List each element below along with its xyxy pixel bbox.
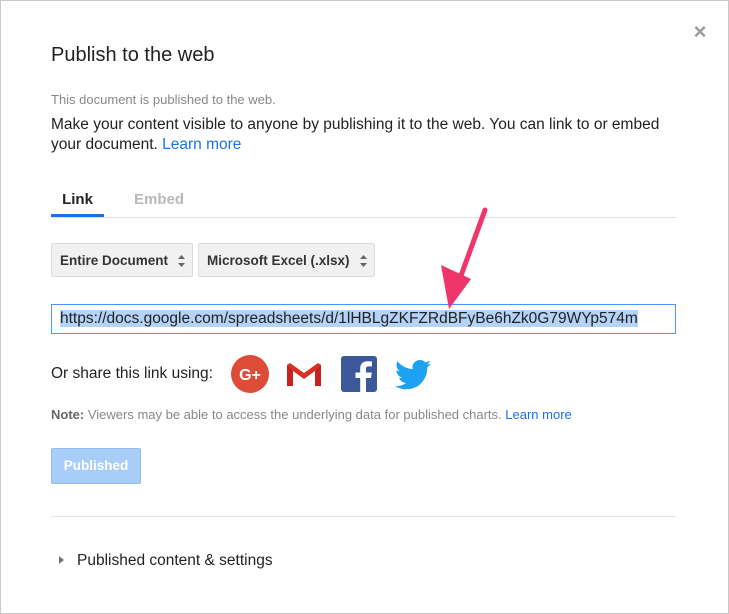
format-select[interactable]: Microsoft Excel (.xlsx) (198, 243, 375, 277)
tab-link[interactable]: Link (51, 191, 104, 217)
description-text: Make your content visible to anyone by p… (51, 116, 660, 153)
tab-embed[interactable]: Embed (134, 191, 184, 214)
publish-status: This document is published to the web. (51, 92, 276, 107)
google-plus-icon[interactable]: G+ (230, 354, 270, 394)
close-icon[interactable]: × (689, 21, 711, 43)
gmail-icon[interactable] (284, 354, 324, 394)
share-label: Or share this link using: (51, 365, 213, 382)
select-arrows-icon (178, 255, 185, 267)
dialog-title: Publish to the web (51, 44, 215, 66)
scope-select[interactable]: Entire Document (51, 243, 193, 277)
scope-select-value: Entire Document (60, 253, 169, 268)
expand-triangle-icon (59, 555, 64, 564)
twitter-icon[interactable] (393, 354, 433, 394)
published-button[interactable]: Published (51, 448, 141, 484)
publish-dialog: × Publish to the web This document is pu… (0, 0, 729, 614)
facebook-icon[interactable] (339, 354, 379, 394)
annotation-arrow-icon (441, 207, 488, 309)
note-body: Viewers may be able to access the underl… (84, 407, 506, 422)
tab-bar: Link Embed (51, 187, 676, 218)
published-settings-toggle[interactable]: Published content & settings (59, 552, 273, 570)
dialog-description: Make your content visible to anyone by p… (51, 115, 671, 155)
note-prefix: Note: (51, 407, 85, 422)
select-arrows-icon (360, 255, 367, 267)
svg-text:G+: G+ (239, 367, 261, 384)
format-select-value: Microsoft Excel (.xlsx) (207, 253, 350, 268)
published-url-field[interactable] (51, 304, 676, 334)
note-text: Note: Viewers may be able to access the … (51, 407, 572, 422)
learn-more-link[interactable]: Learn more (162, 136, 241, 153)
note-learn-more-link[interactable]: Learn more (505, 407, 571, 422)
settings-toggle-label: Published content & settings (77, 552, 273, 569)
divider (51, 516, 676, 517)
